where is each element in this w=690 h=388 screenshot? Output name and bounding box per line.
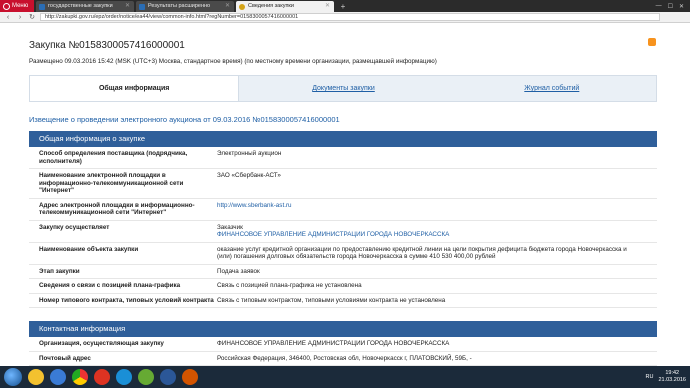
field-label: Организация, осуществляющая закупку	[39, 340, 164, 347]
explorer-icon[interactable]	[28, 369, 44, 385]
media-player-icon[interactable]	[50, 369, 66, 385]
section-general-header: Общая информация о закупке	[29, 131, 657, 147]
platform-link[interactable]: http://www.sberbank-ast.ru	[217, 202, 292, 209]
site-favicon-icon	[39, 3, 45, 10]
page-title: Закупка №0158300057416000001	[29, 40, 185, 51]
browser-tab-2[interactable]: Результаты расширенно ✕	[136, 1, 234, 12]
table-row: Организация, осуществляющая закупку ФИНА…	[29, 337, 657, 352]
tab-event-log[interactable]: Журнал событий	[448, 76, 656, 101]
browser-menu-label: Меню	[12, 3, 29, 9]
table-row: Почтовый адрес Российская Федерация, 346…	[29, 352, 657, 366]
app-icon[interactable]	[182, 369, 198, 385]
close-window-icon[interactable]: ✕	[679, 3, 684, 10]
tab-general-info[interactable]: Общая информация	[30, 76, 240, 101]
browser-tab-label: Результаты расширенно	[148, 3, 211, 9]
forward-icon[interactable]: ›	[16, 14, 24, 21]
chrome-icon[interactable]	[72, 369, 88, 385]
start-button-icon[interactable]	[4, 368, 22, 386]
tab-documents[interactable]: Документы закупки	[239, 76, 447, 101]
close-tab-icon[interactable]: ✕	[325, 1, 330, 12]
browser-tab-strip: Меню государственные закупки ✕ Результат…	[0, 0, 690, 12]
clock[interactable]: 19:42 21.03.2016	[658, 370, 686, 384]
word-icon[interactable]	[160, 369, 176, 385]
rss-icon[interactable]	[648, 38, 656, 46]
skype-icon[interactable]	[116, 369, 132, 385]
field-label: Наименование объекта закупки	[39, 245, 139, 253]
language-indicator[interactable]: RU	[646, 374, 654, 380]
field-label: Способ определения поставщика (подрядчик…	[39, 150, 188, 165]
site-favicon-icon	[139, 3, 145, 10]
clock-date: 21.03.2016	[658, 377, 686, 383]
field-label: Почтовый адрес	[39, 354, 91, 362]
notice-title: Извещение о проведении электронного аукц…	[29, 115, 340, 124]
contact-info-table: Организация, осуществляющая закупку ФИНА…	[29, 337, 657, 366]
browser-menu-button[interactable]: Меню	[0, 0, 34, 12]
field-label: Сведения о связи с позицией плана-график…	[39, 282, 181, 289]
close-tab-icon[interactable]: ✕	[225, 1, 230, 12]
clock-time: 19:42	[665, 370, 680, 376]
table-row: Адрес электронной площадки в информацион…	[29, 199, 657, 221]
field-label: Наименование электронной площадки в инфо…	[39, 172, 184, 194]
back-icon[interactable]: ‹	[4, 14, 12, 21]
field-value: ЗАО «Сбербанк-АСТ»	[217, 172, 281, 179]
section-contact-header: Контактная информация	[29, 321, 657, 337]
table-row: Наименование электронной площадки в инфо…	[29, 169, 657, 199]
field-value: Связь с типовым контрактом, типовыми усл…	[217, 296, 446, 304]
field-value: Связь с позицией плана-графика не устано…	[217, 282, 362, 289]
field-value: оказание услуг кредитной организации по …	[217, 245, 627, 261]
field-label: Номер типового контракта, типовых услови…	[39, 296, 214, 304]
window-controls: — ☐ ✕	[656, 0, 690, 12]
maximize-icon[interactable]: ☐	[668, 3, 673, 10]
browser-tab-3[interactable]: Сведения закупки ✕	[236, 1, 334, 12]
windows-taskbar: RU 19:42 21.03.2016	[0, 366, 690, 388]
table-row: Сведения о связи с позицией плана-график…	[29, 279, 657, 294]
field-label: Закупку осуществляет	[39, 223, 110, 231]
general-info-table: Способ определения поставщика (подрядчик…	[29, 147, 657, 308]
field-value: ФИНАНСОВОЕ УПРАВЛЕНИЕ АДМИНИСТРАЦИИ ГОРО…	[217, 340, 450, 347]
field-value: Заказчик ФИНАНСОВОЕ УПРАВЛЕНИЕ АДМИНИСТР…	[217, 224, 657, 239]
url-field[interactable]: http://zakupki.gov.ru/epz/order/notice/e…	[40, 13, 660, 21]
system-tray: RU 19:42 21.03.2016	[646, 370, 690, 384]
address-bar: ‹ › ↻ http://zakupki.gov.ru/epz/order/no…	[0, 12, 690, 23]
field-value: http://www.sberbank-ast.ru	[217, 202, 657, 217]
opera-icon[interactable]	[94, 369, 110, 385]
utorrent-icon[interactable]	[138, 369, 154, 385]
table-row: Закупку осуществляет Заказчик ФИНАНСОВОЕ…	[29, 221, 657, 243]
customer-link[interactable]: ФИНАНСОВОЕ УПРАВЛЕНИЕ АДМИНИСТРАЦИИ ГОРО…	[217, 231, 449, 238]
table-row: Номер типового контракта, типовых услови…	[29, 294, 657, 308]
customer-role: Заказчик	[217, 223, 243, 231]
page-tabs: Общая информация Документы закупки Журна…	[29, 75, 657, 102]
page-content: Закупка №0158300057416000001 Размещено 0…	[0, 23, 690, 366]
field-label: Адрес электронной площадки в информацион…	[39, 201, 195, 217]
site-favicon-icon	[239, 3, 245, 10]
opera-logo-icon	[3, 2, 10, 10]
new-tab-button[interactable]: +	[337, 2, 349, 12]
browser-tab-1[interactable]: государственные закупки ✕	[36, 1, 134, 12]
table-row: Наименование объекта закупки оказание ус…	[29, 243, 657, 265]
reload-icon[interactable]: ↻	[28, 13, 36, 21]
posted-info: Размещено 09.03.2016 15:42 (MSK (UTC+3) …	[29, 58, 437, 65]
close-tab-icon[interactable]: ✕	[125, 1, 130, 12]
field-value: Российская Федерация, 346400, Ростовская…	[217, 354, 472, 362]
table-row: Этап закупки Подача заявок	[29, 265, 657, 279]
field-value: Электронный аукцион	[217, 150, 282, 157]
browser-tab-label: государственные закупки	[48, 3, 113, 9]
minimize-icon[interactable]: —	[656, 3, 662, 9]
field-value: Подача заявок	[217, 267, 260, 275]
field-label: Этап закупки	[39, 267, 80, 275]
table-row: Способ определения поставщика (подрядчик…	[29, 147, 657, 169]
browser-tab-label: Сведения закупки	[248, 3, 294, 9]
